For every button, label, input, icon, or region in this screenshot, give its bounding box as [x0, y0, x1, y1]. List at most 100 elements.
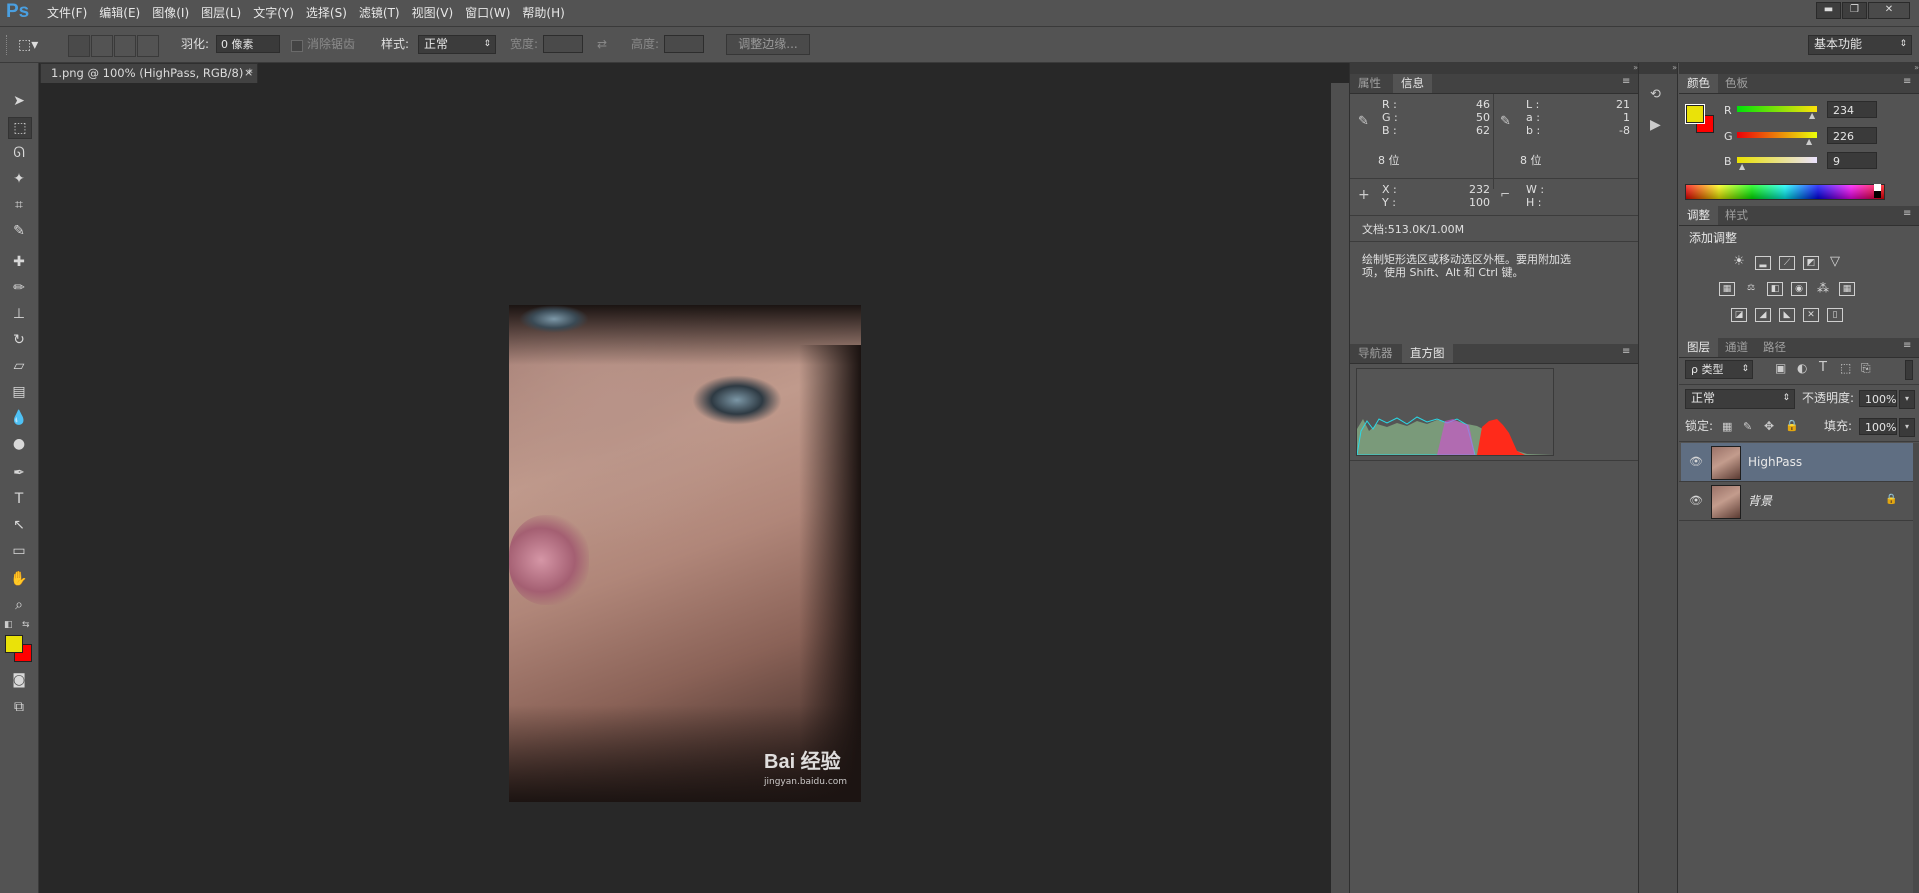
move-icon[interactable]: ➤: [8, 91, 30, 111]
gradient-icon[interactable]: ▤: [8, 382, 30, 402]
brush-icon[interactable]: ✏: [8, 278, 30, 298]
document-tab[interactable]: 1.png @ 100% (HighPass, RGB/8) *: [40, 63, 258, 83]
filter-toggle[interactable]: [1905, 360, 1913, 380]
color-r-input[interactable]: 234: [1827, 101, 1877, 118]
intersect-selection-icon[interactable]: [137, 35, 159, 57]
tab-histogram[interactable]: 直方图: [1402, 344, 1453, 363]
layer-row-highpass[interactable]: 👁 HighPass: [1681, 443, 1913, 481]
close-tab-icon[interactable]: ×: [244, 63, 253, 83]
canvas-scrollbar[interactable]: [1331, 83, 1349, 893]
slider-handle-icon[interactable]: ▲: [1806, 137, 1812, 146]
collapse-arrows-icon[interactable]: »: [1639, 63, 1677, 74]
menu-select[interactable]: 选择(S): [303, 0, 356, 26]
add-selection-icon[interactable]: [91, 35, 113, 57]
healing-brush-icon[interactable]: ✚: [8, 252, 30, 272]
foreground-color-swatch[interactable]: [5, 635, 23, 653]
minimize-button[interactable]: ▬: [1816, 2, 1841, 19]
marquee-icon[interactable]: ⬚: [8, 117, 32, 139]
visibility-eye-icon[interactable]: 👁: [1689, 455, 1703, 468]
opacity-input[interactable]: 100%: [1859, 390, 1897, 407]
exposure-icon[interactable]: ◩: [1803, 256, 1819, 270]
lock-image-icon[interactable]: ✎: [1743, 420, 1752, 433]
feather-input[interactable]: 0 像素: [216, 35, 280, 53]
dodge-icon[interactable]: ●: [8, 434, 30, 454]
new-selection-icon[interactable]: [68, 35, 90, 57]
blend-mode-select[interactable]: 正常 ⇕: [1685, 389, 1795, 409]
swap-dimensions-icon[interactable]: ⇄: [597, 27, 607, 62]
width-input[interactable]: [543, 35, 583, 53]
filter-adjustment-icon[interactable]: ◐: [1797, 361, 1807, 375]
workspace-select[interactable]: 基本功能 ⇕: [1808, 35, 1912, 55]
tool-preset-picker[interactable]: ⬚▾: [18, 35, 48, 55]
eyedropper-icon[interactable]: ✎: [8, 221, 30, 241]
crop-icon[interactable]: ⌗: [8, 195, 30, 215]
panel-menu-icon[interactable]: ≡: [1903, 340, 1911, 351]
curves-icon[interactable]: ⟋: [1779, 256, 1795, 270]
menu-file[interactable]: 文件(F): [44, 0, 96, 26]
eraser-icon[interactable]: ▱: [8, 356, 30, 376]
blur-icon[interactable]: 💧: [8, 408, 30, 428]
slider-handle-icon[interactable]: ▲: [1809, 111, 1815, 120]
type-icon[interactable]: T: [8, 489, 30, 509]
color-b-input[interactable]: 9: [1827, 152, 1877, 169]
close-button[interactable]: ✕: [1868, 2, 1910, 19]
menu-edit[interactable]: 编辑(E): [96, 0, 149, 26]
filter-smart-object-icon[interactable]: ⎘: [1861, 361, 1871, 376]
history-brush-icon[interactable]: ↻: [8, 330, 30, 350]
tab-channels[interactable]: 通道: [1717, 338, 1756, 357]
magic-wand-icon[interactable]: ✦: [8, 169, 30, 189]
menu-layer[interactable]: 图层(L): [198, 0, 250, 26]
shape-icon[interactable]: ▭: [8, 541, 30, 561]
color-lookup-icon[interactable]: ▦: [1839, 282, 1855, 296]
swap-colors-icon[interactable]: ⇆: [22, 620, 30, 630]
hand-icon[interactable]: ✋: [8, 569, 30, 589]
default-colors-icon[interactable]: ◧: [4, 620, 13, 630]
menu-window[interactable]: 窗口(W): [462, 0, 519, 26]
color-balance-icon[interactable]: ⚖: [1743, 282, 1759, 296]
panel-menu-icon[interactable]: ≡: [1622, 76, 1630, 87]
color-foreground-swatch[interactable]: [1685, 104, 1705, 124]
screen-mode-icon[interactable]: ⧉: [8, 697, 30, 717]
refine-edge-button[interactable]: 调整边缘...: [726, 34, 810, 55]
clone-stamp-icon[interactable]: ⊥: [8, 304, 30, 324]
black-white-icon[interactable]: ◧: [1767, 282, 1783, 296]
tab-adjustments[interactable]: 调整: [1679, 206, 1718, 225]
channel-mixer-icon[interactable]: ⁂: [1815, 282, 1831, 296]
menu-view[interactable]: 视图(V): [409, 0, 463, 26]
filter-pixel-icon[interactable]: ▣: [1775, 361, 1786, 375]
vibrance-icon[interactable]: ▽: [1827, 255, 1843, 270]
quick-mask-icon[interactable]: ◙: [8, 670, 30, 690]
hue-saturation-icon[interactable]: ▦: [1719, 282, 1735, 296]
document-image[interactable]: Bai 经验 jingyan.baidu.com: [509, 305, 861, 802]
tab-styles[interactable]: 样式: [1717, 206, 1756, 225]
panel-menu-icon[interactable]: ≡: [1903, 76, 1911, 87]
color-spectrum-ramp[interactable]: [1685, 184, 1885, 200]
style-select[interactable]: 正常 ⇕: [418, 35, 496, 54]
height-input[interactable]: [664, 35, 704, 53]
posterize-icon[interactable]: ◢: [1755, 308, 1771, 322]
fill-input[interactable]: 100%: [1859, 418, 1897, 435]
zoom-icon[interactable]: ⌕: [8, 595, 30, 615]
ramp-white-swatch[interactable]: [1874, 184, 1881, 191]
invert-icon[interactable]: ◪: [1731, 308, 1747, 322]
lock-transparent-icon[interactable]: ▦: [1722, 420, 1732, 433]
tab-navigator[interactable]: 导航器: [1350, 344, 1401, 363]
chevron-down-icon[interactable]: ▾: [1899, 418, 1915, 437]
ramp-black-swatch[interactable]: [1874, 191, 1881, 198]
selective-color-icon[interactable]: ✕: [1803, 308, 1819, 322]
tab-layers[interactable]: 图层: [1679, 338, 1718, 357]
filter-type-icon[interactable]: T: [1819, 360, 1827, 375]
layers-scrollbar[interactable]: [1913, 443, 1919, 893]
tab-swatches[interactable]: 色板: [1717, 74, 1756, 93]
tab-color[interactable]: 颜色: [1679, 74, 1718, 93]
menu-image[interactable]: 图像(I): [149, 0, 198, 26]
levels-icon[interactable]: ▂: [1755, 256, 1771, 270]
pen-icon[interactable]: ✒: [8, 463, 30, 483]
layer-filter-select[interactable]: ρ 类型 ⇕: [1685, 360, 1753, 379]
filter-shape-icon[interactable]: ⬚: [1840, 361, 1851, 375]
antialias-checkbox[interactable]: [291, 40, 303, 52]
lock-all-icon[interactable]: 🔒: [1785, 419, 1799, 432]
subtract-selection-icon[interactable]: [114, 35, 136, 57]
collapse-arrows-icon[interactable]: »: [1679, 63, 1919, 74]
path-selection-icon[interactable]: ↖: [8, 515, 30, 535]
